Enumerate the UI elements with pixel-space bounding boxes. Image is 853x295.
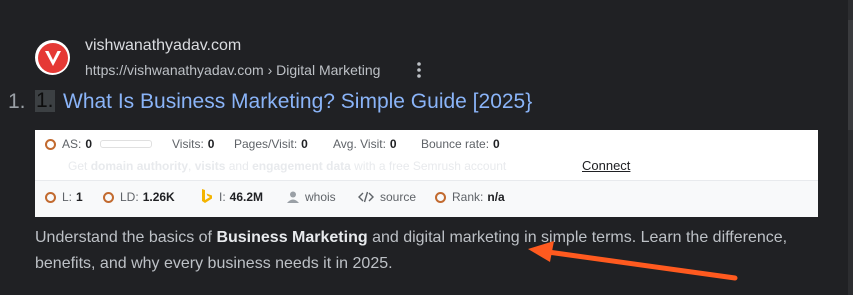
as-progress-bar <box>100 140 153 148</box>
pages-visit-label: Pages/Visit: <box>234 137 298 151</box>
metric-bounce-rate[interactable]: Bounce rate: 0 <box>421 137 500 151</box>
rank-value: n/a <box>487 190 505 204</box>
pages-visit-value: 0 <box>301 137 308 151</box>
source-link[interactable]: source <box>358 190 416 204</box>
breadcrumb: Digital Marketing <box>276 62 381 78</box>
seo-row-links: L: 1 LD: 1.26K I: 46.2M whois source Ran… <box>35 180 818 217</box>
metric-avg-visit[interactable]: Avg. Visit: 0 <box>333 137 397 151</box>
as-value: 0 <box>85 137 93 151</box>
promo-bold-2: visits <box>194 159 226 173</box>
breadcrumb-separator: › <box>267 62 273 78</box>
avg-visit-value: 0 <box>389 137 397 151</box>
promo-bold-3: engagement data <box>252 159 351 173</box>
linking-domains-value: 1.26K <box>142 190 175 204</box>
visits-value: 0 <box>207 137 215 151</box>
promo-text-2: with a free Semrush account <box>354 159 507 173</box>
promo-text-and: and <box>228 159 249 173</box>
whois-link[interactable]: whois <box>287 190 336 204</box>
result-number-inner: 1. <box>35 90 55 112</box>
index-label: I: <box>219 190 226 204</box>
scrollbar-thumb[interactable] <box>848 20 853 130</box>
metric-pages-visit[interactable]: Pages/Visit: 0 <box>234 137 308 151</box>
person-icon <box>287 191 299 203</box>
metric-linking-domains[interactable]: LD: 1.26K <box>103 190 175 204</box>
links-label: L: <box>62 190 73 204</box>
snippet-bold: Business Marketing <box>216 229 368 246</box>
bounce-rate-label: Bounce rate: <box>421 137 490 151</box>
snippet-text-pre: Understand the basics of <box>35 229 212 246</box>
metric-circle-icon <box>435 191 446 203</box>
rank-label: Rank: <box>452 190 484 204</box>
links-value: 1 <box>76 190 83 204</box>
promo-bold-1: domain authority <box>90 159 189 173</box>
result-title-link[interactable]: What Is Business Marketing? Simple Guide… <box>63 90 532 114</box>
as-label: AS: <box>62 137 82 151</box>
v-logo-icon <box>37 42 68 73</box>
seo-toolbar-panel: AS: 0 Visits: 0 Pages/Visit: 0 Avg. Visi… <box>35 130 818 217</box>
arrow-annotation-icon <box>528 241 738 281</box>
metric-circle-icon <box>45 138 56 150</box>
bounce-rate-value: 0 <box>493 137 500 151</box>
site-logo[interactable] <box>35 40 70 75</box>
metric-as[interactable]: AS: 0 <box>45 137 153 151</box>
site-url-text: https://vishwanathyadav.com <box>85 62 264 78</box>
result-number: 1. <box>8 90 26 113</box>
seo-row-traffic: AS: 0 Visits: 0 Pages/Visit: 0 Avg. Visi… <box>35 130 818 180</box>
scrollbar[interactable] <box>848 0 853 295</box>
bing-icon <box>201 189 213 205</box>
metric-circle-icon <box>45 191 56 203</box>
metric-circle-icon <box>103 191 114 203</box>
three-dot-menu-icon[interactable] <box>412 61 426 79</box>
result-number-inner-text: 1. <box>36 89 54 112</box>
metric-rank[interactable]: Rank: n/a <box>435 190 505 204</box>
linking-domains-label: LD: <box>120 190 139 204</box>
code-icon <box>358 191 374 203</box>
connect-link[interactable]: Connect <box>582 158 630 173</box>
semrush-promo-text: Get domain authority, visits and engagem… <box>68 159 506 173</box>
metric-bing-index[interactable]: I: 46.2M <box>201 189 263 205</box>
promo-comma: , <box>188 159 192 173</box>
site-url[interactable]: https://vishwanathyadav.com › Digital Ma… <box>85 62 380 78</box>
source-label: source <box>380 190 417 204</box>
visits-label: Visits: <box>172 137 204 151</box>
avg-visit-label: Avg. Visit: <box>333 137 386 151</box>
whois-label: whois <box>305 190 336 204</box>
index-value: 46.2M <box>229 190 264 204</box>
metric-visits[interactable]: Visits: 0 <box>172 137 214 151</box>
metric-links[interactable]: L: 1 <box>45 190 83 204</box>
promo-text-1: Get <box>68 159 88 173</box>
site-name[interactable]: vishwanathyadav.com <box>85 37 241 55</box>
